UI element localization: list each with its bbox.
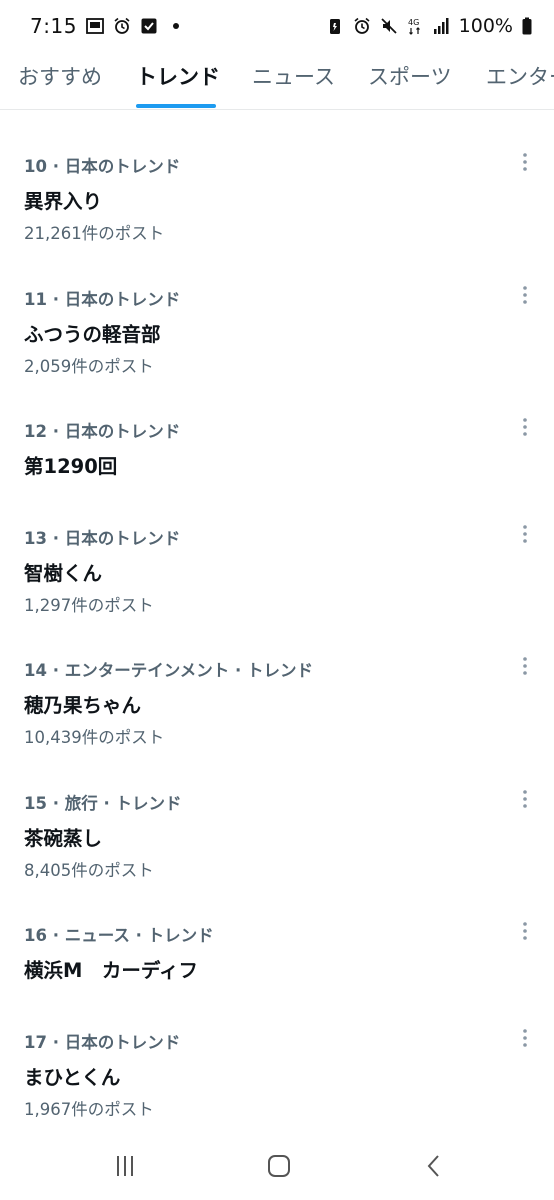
more-options-button[interactable]: [510, 517, 540, 551]
more-vertical-icon: [523, 525, 527, 543]
more-vertical-icon: [523, 922, 527, 940]
more-options-button[interactable]: [510, 914, 540, 948]
dot-icon: [167, 17, 185, 35]
trend-title: 智樹くん: [24, 562, 103, 585]
more-options-button[interactable]: [510, 649, 540, 683]
battery-saver-icon: [326, 17, 344, 35]
svg-text:4G: 4G: [408, 18, 419, 27]
trend-meta: 13 · 日本のトレンド: [24, 529, 181, 548]
gallery-notification-icon: [86, 17, 104, 35]
trend-title: 穂乃果ちゃん: [24, 694, 142, 717]
trend-meta: 17 · 日本のトレンド: [24, 1033, 181, 1052]
recent-apps-icon: [117, 1156, 133, 1176]
trend-meta: 16 · ニュース · トレンド: [24, 926, 214, 945]
trend-meta: 14 · エンターテインメント · トレンド: [24, 661, 313, 680]
trend-title: ふつうの軽音部: [24, 323, 161, 346]
trend-meta: 12 · 日本のトレンド: [24, 422, 181, 441]
tab-news[interactable]: ニュース: [252, 52, 335, 109]
system-nav-bar: [0, 1132, 554, 1200]
alarm-notification-icon: [113, 17, 131, 35]
back-icon: [427, 1155, 439, 1177]
trend-tabs: おすすめ トレンド ニュース スポーツ エンター: [0, 52, 554, 110]
more-vertical-icon: [523, 286, 527, 304]
trend-title: 第1290回: [24, 455, 118, 478]
more-options-button[interactable]: [510, 278, 540, 312]
more-vertical-icon: [523, 657, 527, 675]
trend-title: 異界入り: [24, 190, 103, 213]
trend-post-count: 2,059件のポスト: [24, 357, 154, 376]
network-type-icon: 4G: [407, 17, 423, 35]
recent-apps-button[interactable]: [105, 1150, 145, 1182]
more-vertical-icon: [523, 1029, 527, 1047]
more-options-button[interactable]: [510, 1021, 540, 1055]
trend-post-count: 8,405件のポスト: [24, 861, 154, 880]
trend-title: 横浜M カーディフ: [24, 959, 199, 982]
signal-icon: [432, 17, 450, 35]
back-button[interactable]: [414, 1150, 454, 1182]
more-options-button[interactable]: [510, 145, 540, 179]
tab-trending[interactable]: トレンド: [136, 52, 220, 109]
trend-post-count: 21,261件のポスト: [24, 224, 165, 243]
check-notification-icon: [140, 17, 158, 35]
trend-meta: 15 · 旅行 · トレンド: [24, 794, 182, 813]
trend-meta: 11 · 日本のトレンド: [24, 290, 181, 309]
more-vertical-icon: [523, 790, 527, 808]
trend-meta: 10 · 日本のトレンド: [24, 157, 181, 176]
tab-sports[interactable]: スポーツ: [368, 52, 452, 109]
trend-post-count: 10,439件のポスト: [24, 728, 165, 747]
home-icon: [268, 1155, 290, 1177]
status-left: 7:15: [30, 14, 185, 38]
trend-post-count: 1,967件のポスト: [24, 1100, 154, 1119]
tab-entertainment[interactable]: エンター: [486, 52, 554, 109]
more-options-button[interactable]: [510, 782, 540, 816]
tab-recommended[interactable]: おすすめ: [18, 52, 102, 109]
battery-icon: [522, 17, 532, 35]
mute-icon: [380, 17, 398, 35]
battery-percent: 100%: [458, 15, 513, 37]
status-bar: 7:15 4G 100%: [0, 0, 554, 52]
more-options-button[interactable]: [510, 410, 540, 444]
trend-title: 茶碗蒸し: [24, 827, 103, 850]
home-button[interactable]: [259, 1150, 299, 1182]
trend-post-count: 1,297件のポスト: [24, 596, 154, 615]
status-right: 4G 100%: [326, 15, 532, 37]
alarm-icon: [353, 17, 371, 35]
more-vertical-icon: [523, 418, 527, 436]
trend-title: まひとくん: [24, 1066, 121, 1089]
active-tab-indicator: [136, 104, 216, 108]
more-vertical-icon: [523, 153, 527, 171]
status-time: 7:15: [30, 14, 77, 38]
